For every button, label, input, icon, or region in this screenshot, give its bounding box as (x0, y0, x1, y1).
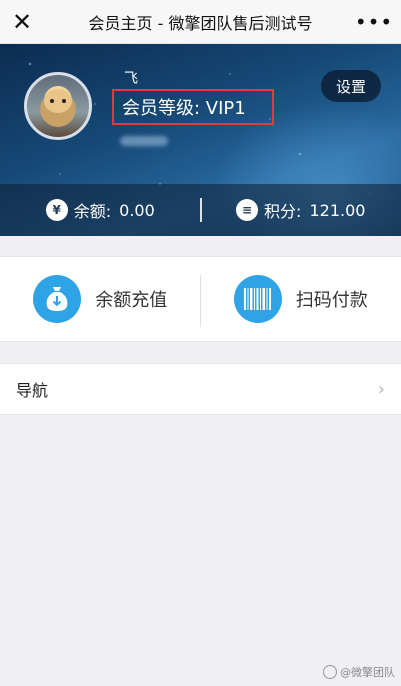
close-glyph: ✕ (11, 8, 33, 36)
avatar-face (44, 89, 72, 113)
weibo-watermark: @微擎团队 (323, 664, 395, 680)
balance-label: 余额: (73, 202, 112, 221)
scan-pay-label: 扫码付款 (295, 290, 368, 311)
chevron-right-icon: › (377, 378, 385, 400)
member-hero: 飞 会员等级: VIP1 设置 ¥ 余额: 0.00 ≡ 积分: 121.00 (0, 44, 401, 236)
stats-divider (200, 198, 202, 222)
money-bag-icon (33, 275, 82, 323)
quick-actions: 余额充值 扫码付款 (0, 256, 401, 342)
coins-icon: ≡ (236, 199, 259, 221)
settings-button[interactable]: 设置 (321, 70, 381, 102)
recharge-label: 余额充值 (95, 290, 168, 311)
balance-stat[interactable]: ¥ 余额: 0.00 (0, 184, 201, 236)
avatar[interactable] (24, 72, 92, 140)
weibo-icon (323, 665, 337, 679)
points-value: 121.00 (309, 200, 366, 220)
balance-value: 0.00 (119, 200, 155, 220)
more-dots-icon[interactable]: ••• (355, 7, 392, 37)
nav-row[interactable]: 导航 › (0, 363, 401, 415)
avatar-eye-right (62, 99, 66, 103)
watermark-text: @微擎团队 (340, 666, 395, 679)
points-label: 积分: (264, 202, 302, 221)
blurred-info (120, 136, 168, 146)
close-icon[interactable]: ✕ (6, 6, 38, 38)
member-level: 会员等级: VIP1 (122, 98, 246, 119)
scan-pay-button[interactable]: 扫码付款 (201, 257, 401, 341)
more-glyph: ••• (354, 10, 394, 34)
nav-label: 导航 (16, 381, 49, 400)
barcode-icon (233, 275, 282, 323)
actions-divider (200, 275, 201, 327)
nickname: 飞 (124, 71, 138, 87)
top-bar: ✕ 会员主页 - 微擎团队售后测试号 ••• (0, 0, 401, 44)
recharge-button[interactable]: 余额充值 (0, 257, 201, 341)
points-stat[interactable]: ≡ 积分: 121.00 (201, 184, 401, 236)
member-level-highlight: 会员等级: VIP1 (112, 89, 274, 125)
avatar-eye-left (50, 99, 54, 103)
stats-bar: ¥ 余额: 0.00 ≡ 积分: 121.00 (0, 184, 401, 236)
yen-icon: ¥ (45, 199, 68, 221)
page-title: 会员主页 - 微擎团队售后测试号 (88, 13, 313, 33)
